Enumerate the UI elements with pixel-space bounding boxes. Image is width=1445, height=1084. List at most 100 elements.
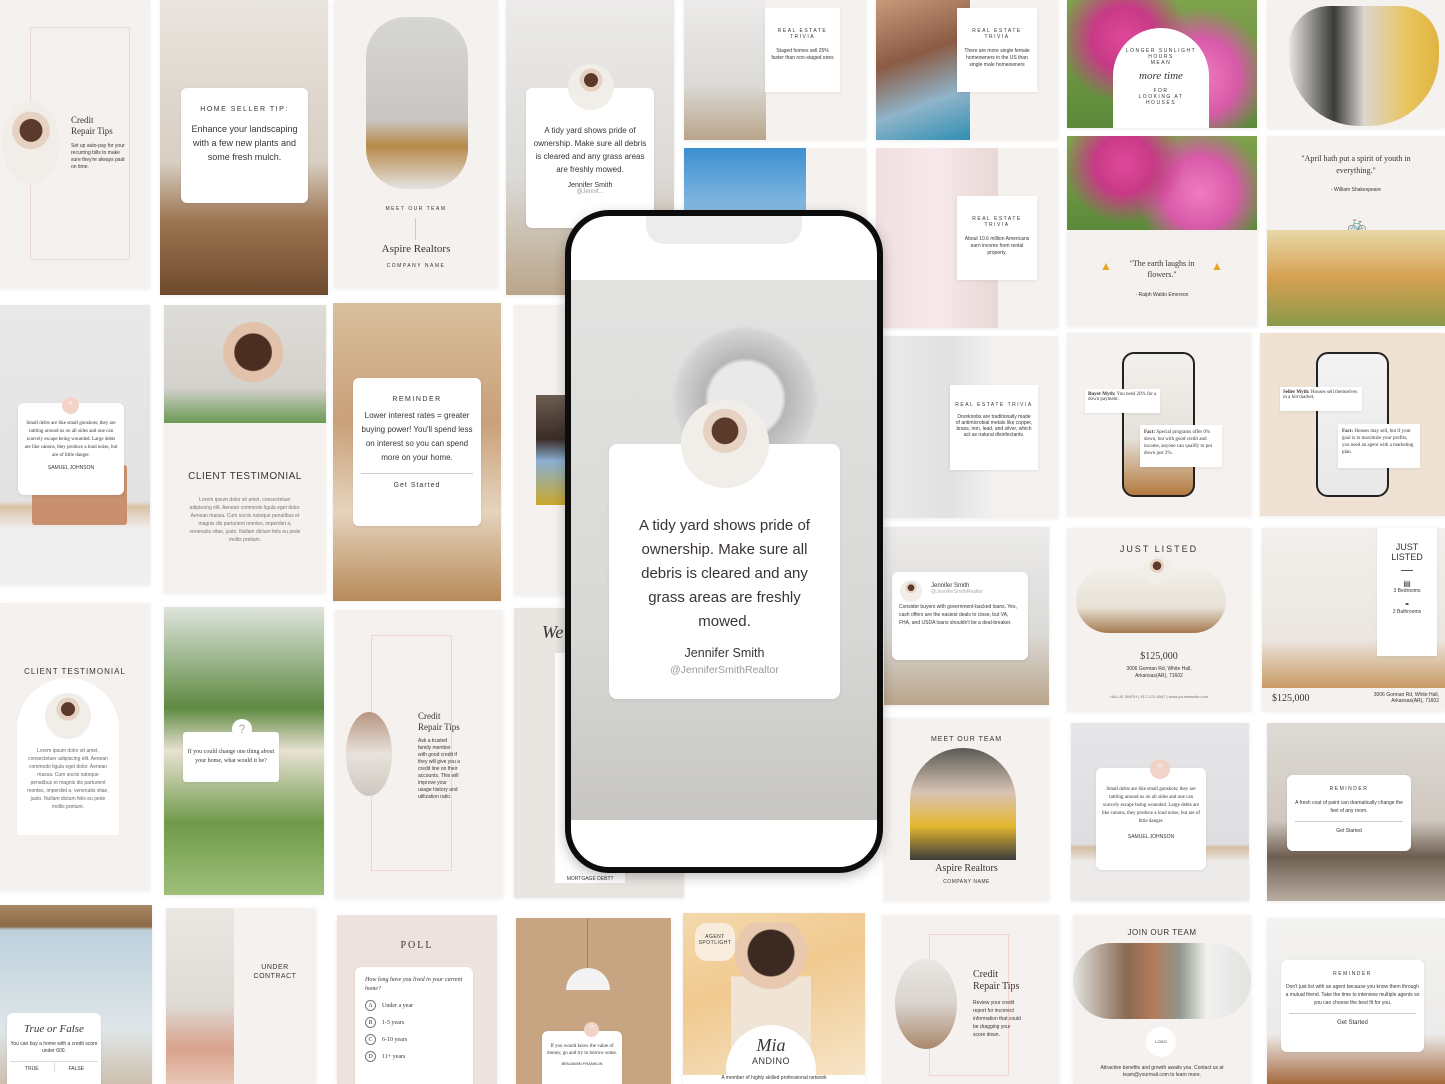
quote: "April hath put a spirit of youth in eve… — [1301, 154, 1411, 175]
option-label: 1-5 years — [382, 1019, 405, 1026]
reminder-card: REMINDER A fresh coat of paint can drama… — [1287, 775, 1411, 851]
author-handle: @JenniferSmithRealtor — [670, 664, 779, 676]
author-name: Jennifer Smith — [567, 182, 613, 189]
tulip-icon: ▲ — [1211, 259, 1223, 273]
arc-title: MEET OUR TEAM — [930, 736, 1003, 743]
photo-woman-reading — [2, 101, 60, 185]
question-icon: ? — [232, 719, 252, 739]
company-name: Aspire Realtors — [935, 863, 998, 874]
details-card: JUST LISTED ▤ 3 Bedrooms ◓ 2 Bathrooms — [1377, 528, 1437, 656]
photo-team — [366, 17, 468, 189]
label: REAL ESTATE TRIVIA — [972, 28, 1022, 40]
tile-client-testimonial-arch: CLIENT TESTIMONIAL Lorem ipsum dolor sit… — [0, 603, 150, 890]
option-key: C — [365, 1034, 376, 1045]
label: REMINDER — [392, 396, 442, 403]
quote-mark-icon: “ — [62, 397, 79, 414]
script-text: more time — [1139, 70, 1183, 82]
reminder-card: REMINDER Lower interest rates = greater … — [353, 378, 481, 526]
body-text: Review your credit report for incorrect … — [973, 1000, 1021, 1038]
option-label: 6-10 years — [382, 1036, 408, 1043]
question-card: If you could change one thing about your… — [183, 732, 279, 782]
quote-mark-icon: “ — [584, 1022, 599, 1037]
option-label: Under a year — [382, 1002, 413, 1009]
mean-text: MEAN — [1150, 60, 1172, 66]
tile-reminder-paint: REMINDER A fresh coat of paint can drama… — [1267, 723, 1445, 901]
contact-footer: HALLIE SMITH | 817-123-4567 | www.yourwe… — [1109, 694, 1209, 699]
tile-buyer-myth: Buyer Myth: You need 20% for a down paym… — [1067, 333, 1251, 516]
tile-shakespeare-quote: "April hath put a spirit of youth in eve… — [1267, 136, 1445, 326]
tile-poll: POLL How long have you lived in your cur… — [337, 915, 497, 1084]
title: CLIENT TESTIMONIAL — [188, 471, 302, 482]
body-text: Staged homes sell 25% faster than non-st… — [771, 48, 834, 61]
true-button[interactable]: TRUE — [10, 1062, 55, 1072]
get-started-button[interactable]: Get Started — [1285, 1020, 1420, 1026]
tile-question: If you could change one thing about your… — [164, 607, 324, 895]
arc-title: JUST LISTED — [1119, 544, 1199, 554]
price: $125,000 — [1140, 651, 1178, 662]
photo-team-couch — [910, 748, 1016, 860]
fact-card: Fact: Special programs offer 0% down, bu… — [1140, 425, 1222, 467]
photo-woman-desk — [895, 959, 957, 1049]
tulip-icon: ▲ — [1100, 259, 1112, 273]
quote-card: If you would know the value of money, go… — [542, 1031, 622, 1084]
tile-trivia-female: REAL ESTATE TRIVIA There are more single… — [876, 0, 1058, 140]
option-key: A — [365, 1000, 376, 1011]
label: REMINDER — [1333, 971, 1372, 977]
tile-johnson-quote-story: Small debts are like small gunshots; the… — [0, 305, 150, 585]
false-button[interactable]: FALSE — [55, 1062, 99, 1072]
tile-join-our-team: JOIN OUR TEAM LOGO Attractive benefits a… — [1073, 915, 1251, 1084]
tile-credit-repair-tips-2: Credit Repair Tips Ask a trusted family m… — [335, 610, 503, 898]
author: BENJAMIN FRANKLIN — [561, 1061, 603, 1066]
tile-credit-repair-tips: Credit Repair Tips Set up auto-pay for yo… — [0, 0, 150, 288]
tile-jennifer-post: Jennifer Smith @JenniferSmithRealtor Con… — [884, 527, 1049, 705]
pendant-lamp — [566, 968, 610, 990]
poll-option[interactable]: B 1-5 years — [365, 1017, 463, 1028]
author-handle: @JenniferSmithRealtor — [931, 589, 983, 595]
tile-sunlight-hours: LONGER SUNLIGHT HOURS MEAN more time FOR… — [1067, 0, 1257, 128]
price: $125,000 — [1272, 693, 1310, 704]
photo-family — [1267, 230, 1445, 326]
tile-true-or-false: True or False You can buy a home with a … — [0, 905, 152, 1084]
quiz-card: True or False You can buy a home with a … — [7, 1013, 101, 1084]
address: 3006 Gorman Rd, White Hall, Arkansas(AR)… — [1126, 666, 1192, 679]
poll-option[interactable]: A Under a year — [365, 1000, 463, 1011]
poll-option[interactable]: C 6-10 years — [365, 1034, 463, 1045]
arc-title: CLIENT TESTIMONIAL — [24, 667, 126, 676]
photo-birdhouse — [876, 0, 970, 140]
script-title: True or False — [24, 1023, 84, 1035]
option-label: 11+ years — [382, 1053, 406, 1060]
surname: ANDINO — [751, 1056, 790, 1066]
arch-card: LONGER SUNLIGHT HOURS MEAN more time FOR… — [1113, 28, 1209, 128]
photo-team-women — [1073, 943, 1251, 1019]
poll-option[interactable]: D 11+ years — [365, 1051, 463, 1062]
sub-text: FOR LOOKING AT HOUSES — [1138, 88, 1184, 106]
option-key: B — [365, 1017, 376, 1028]
bathrooms: 2 Bathrooms — [1392, 609, 1422, 615]
tile-just-listed: JUST LISTED $125,000 3006 Gorman Rd, Whi… — [1067, 528, 1251, 711]
quote: A tidy yard shows pride of ownership. Ma… — [639, 517, 810, 630]
post-card: Jennifer Smith @JenniferSmithRealtor Con… — [892, 572, 1028, 660]
avatar — [45, 693, 91, 739]
body-text: About 10.6 million Americans earn income… — [964, 236, 1030, 256]
bedrooms: 3 Bedrooms — [1393, 588, 1421, 594]
body-text: Set up auto-pay for your recurring bills… — [71, 143, 125, 170]
label: REAL ESTATE TRIVIA — [777, 28, 828, 40]
get-started-button[interactable]: Get Started — [1291, 828, 1407, 834]
tile-trivia-doorknobs: REAL ESTATE TRIVIA Doorknobs are traditi… — [884, 336, 1058, 518]
author: - Ralph Waldo Emerson — [1135, 292, 1189, 298]
company-sub: COMPANY NAME — [943, 879, 990, 885]
body-text: Lower interest rates = greater buying po… — [361, 411, 473, 462]
body-text: Lorem ipsum dolor sit amet, consectetuer… — [27, 748, 109, 810]
get-started-button[interactable]: Get Started — [359, 482, 475, 489]
author: SAMUEL JOHNSON — [47, 465, 95, 471]
title-2: LISTED — [1391, 552, 1423, 562]
tile-agent-spotlight: AGENT SPOTLIGHT Mia ANDINO A member of h… — [683, 913, 865, 1084]
title-2: Repair Tips — [973, 981, 1020, 992]
tagline: A member of highly skilled professional … — [683, 1075, 865, 1084]
body-text: Attractive benefits and growth awaits yo… — [1100, 1065, 1224, 1078]
tile-franklin-quote: If you would know the value of money, go… — [516, 918, 671, 1084]
phone-mockup: A tidy yard shows pride of ownership. Ma… — [565, 210, 883, 873]
author: SAMUEL JOHNSON — [1127, 834, 1175, 840]
body-text: A fresh coat of paint can dramatically c… — [1295, 800, 1403, 814]
tile-reminder-agent: REMINDER Don't just list with an agent b… — [1267, 918, 1445, 1084]
